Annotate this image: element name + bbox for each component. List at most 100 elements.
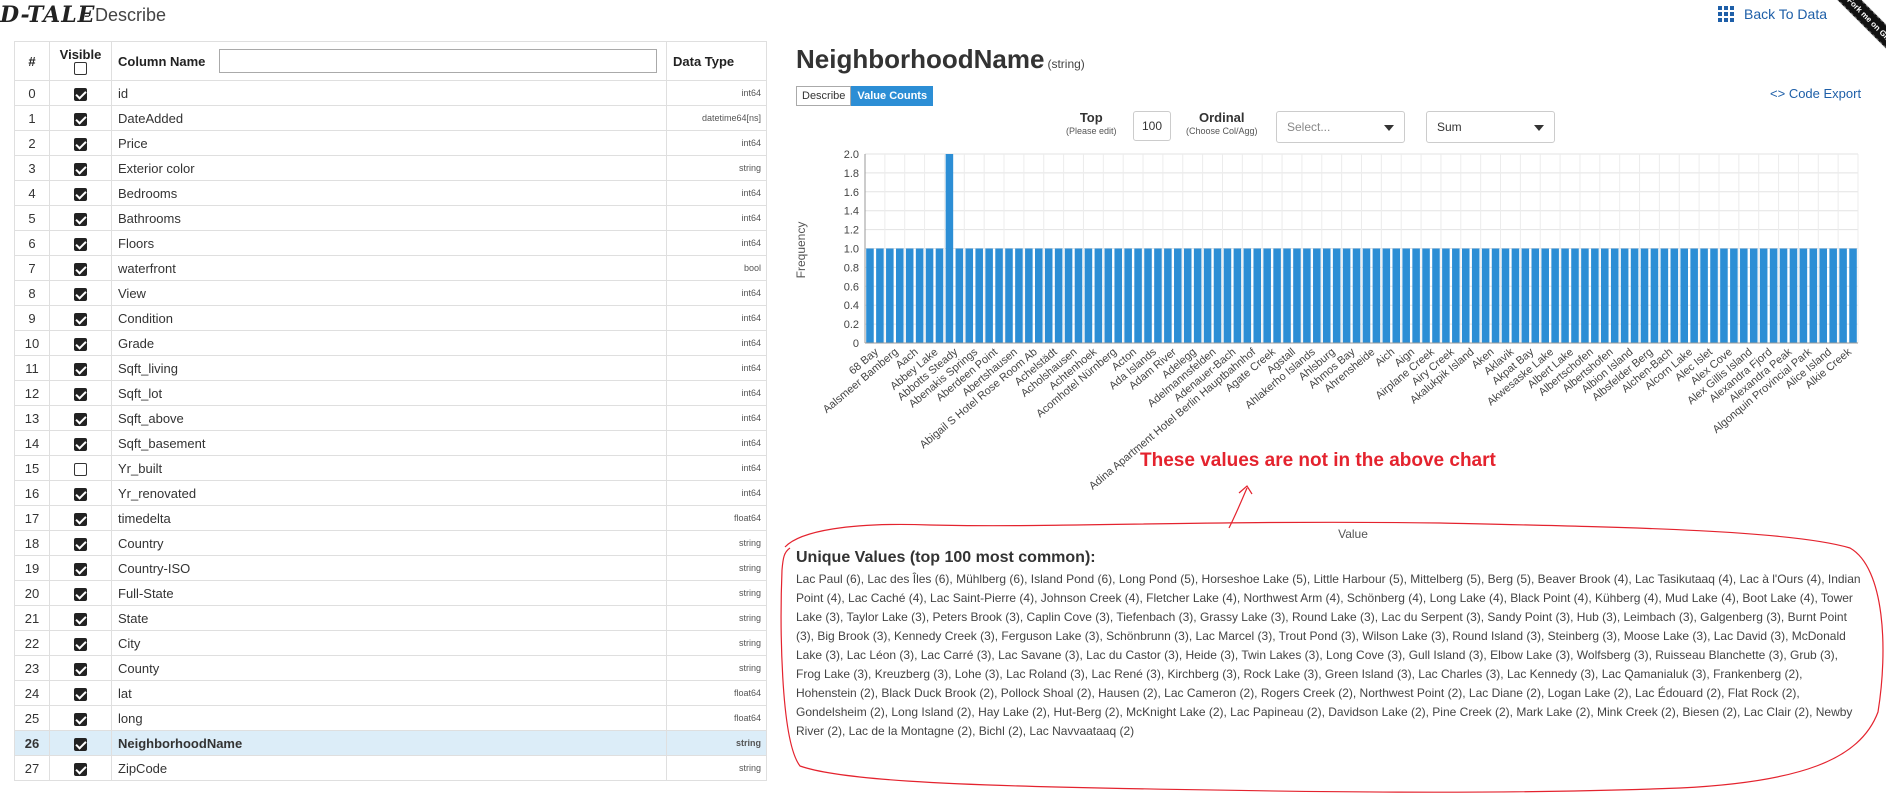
chart-bar[interactable] (1819, 248, 1828, 344)
visible-checkbox[interactable] (74, 187, 87, 201)
chart-bar[interactable] (1620, 248, 1629, 344)
visible-checkbox[interactable] (74, 712, 87, 726)
tab-value-counts[interactable]: Value Counts (851, 86, 934, 106)
column-row[interactable]: 0 id int64 (14, 80, 767, 106)
visible-checkbox[interactable] (74, 437, 87, 451)
chart-bar[interactable] (1481, 248, 1490, 344)
chart-bar[interactable] (1015, 248, 1023, 344)
visible-checkbox[interactable] (74, 687, 87, 701)
column-row[interactable]: 25 long float64 (14, 705, 767, 731)
column-name[interactable]: long (111, 705, 667, 731)
column-name[interactable]: Country (111, 530, 667, 556)
chart-bar[interactable] (1660, 248, 1669, 344)
visible-checkbox[interactable] (74, 612, 87, 626)
chart-bar[interactable] (1501, 248, 1510, 344)
chart-bar[interactable] (1829, 248, 1837, 344)
chart-bar[interactable] (1452, 248, 1460, 344)
chart-bar[interactable] (1561, 248, 1569, 344)
chart-bar[interactable] (1630, 248, 1639, 344)
ordinal-column-select[interactable]: Select... (1276, 111, 1405, 143)
column-name[interactable]: ZipCode (111, 755, 667, 781)
visible-checkbox[interactable] (74, 537, 87, 551)
chart-bar[interactable] (1640, 248, 1649, 344)
chart-bar[interactable] (1313, 248, 1321, 344)
visible-checkbox[interactable] (74, 587, 87, 601)
chart-bar[interactable] (866, 248, 874, 344)
chart-bar[interactable] (1749, 248, 1758, 344)
column-name[interactable]: Yr_built (111, 455, 667, 481)
chart-bar[interactable] (1025, 248, 1033, 344)
chart-bar[interactable] (1610, 248, 1619, 344)
chart-bar[interactable] (1581, 248, 1589, 344)
column-name[interactable]: Sqft_lot (111, 380, 667, 406)
chart-bar[interactable] (1769, 248, 1778, 344)
chart-bar[interactable] (1322, 248, 1331, 344)
column-row[interactable]: 14 Sqft_basement int64 (14, 430, 767, 456)
column-row[interactable]: 16 Yr_renovated int64 (14, 480, 767, 506)
chart-bar[interactable] (1303, 248, 1311, 344)
chart-bar[interactable] (1203, 248, 1212, 344)
chart-bar[interactable] (1442, 248, 1450, 344)
column-name[interactable]: Country-ISO (111, 555, 667, 581)
chart-bar[interactable] (1154, 248, 1162, 344)
column-filter-input[interactable] (219, 49, 658, 73)
chart-bar[interactable] (1233, 248, 1242, 344)
chart-bar[interactable] (1491, 248, 1500, 344)
chart-bar[interactable] (1064, 248, 1073, 344)
column-name[interactable]: lat (111, 680, 667, 706)
chart-bar[interactable] (1402, 248, 1410, 344)
chart-bar[interactable] (1471, 248, 1480, 344)
column-name[interactable]: Exterior color (111, 155, 667, 181)
column-name[interactable]: Floors (111, 230, 667, 256)
column-row[interactable]: 24 lat float64 (14, 680, 767, 706)
chart-bar[interactable] (1670, 248, 1679, 344)
chart-bar[interactable] (1372, 248, 1381, 344)
chart-bar[interactable] (1511, 248, 1520, 344)
visible-checkbox[interactable] (74, 737, 87, 751)
chart-bar[interactable] (1164, 248, 1172, 344)
chart-bar[interactable] (1591, 248, 1599, 344)
chart-bar[interactable] (1759, 248, 1768, 344)
column-name[interactable]: Bedrooms (111, 180, 667, 206)
column-name[interactable]: Sqft_above (111, 405, 667, 431)
code-export-link[interactable]: <> Code Export (1770, 86, 1861, 101)
chart-bar[interactable] (1044, 248, 1053, 344)
chart-bar[interactable] (905, 248, 914, 344)
chart-bar[interactable] (1551, 248, 1559, 344)
aggregation-select[interactable]: Sum (1426, 111, 1555, 143)
column-row[interactable]: 6 Floors int64 (14, 230, 767, 256)
column-name[interactable]: Condition (111, 305, 667, 331)
column-name[interactable]: Bathrooms (111, 205, 667, 231)
chart-bar[interactable] (1134, 248, 1142, 344)
column-name[interactable]: Yr_renovated (111, 480, 667, 506)
chart-bar[interactable] (1809, 248, 1818, 344)
chart-bar[interactable] (1730, 248, 1738, 344)
column-name[interactable]: Full-State (111, 580, 667, 606)
visible-checkbox[interactable] (74, 362, 87, 376)
chart-bar[interactable] (1174, 248, 1182, 344)
select-all-checkbox[interactable] (74, 61, 87, 75)
tab-describe[interactable]: Describe (796, 86, 852, 106)
column-row[interactable]: 3 Exterior color string (14, 155, 767, 181)
column-row[interactable]: 5 Bathrooms int64 (14, 205, 767, 231)
column-name[interactable]: City (111, 630, 667, 656)
chart-bar[interactable] (995, 248, 1003, 344)
chart-bar[interactable] (1362, 248, 1371, 344)
visible-checkbox[interactable] (74, 137, 87, 151)
column-row[interactable]: 15 Yr_built int64 (14, 455, 767, 481)
column-row[interactable]: 12 Sqft_lot int64 (14, 380, 767, 406)
chart-bar[interactable] (1849, 248, 1857, 344)
top-input[interactable]: 100 (1133, 111, 1171, 141)
chart-bar[interactable] (1035, 248, 1043, 344)
visible-checkbox[interactable] (74, 287, 87, 301)
column-name[interactable]: NeighborhoodName (111, 730, 667, 756)
chart-bar[interactable] (935, 248, 944, 344)
column-row[interactable]: 20 Full-State string (14, 580, 767, 606)
column-row[interactable]: 27 ZipCode string (14, 755, 767, 781)
chart-bar[interactable] (1183, 248, 1192, 344)
chart-bar[interactable] (915, 248, 924, 344)
column-row[interactable]: 7 waterfront bool (14, 255, 767, 281)
chart-bar[interactable] (1114, 248, 1122, 344)
column-name[interactable]: DateAdded (111, 105, 667, 131)
chart-bar[interactable] (1104, 248, 1113, 344)
